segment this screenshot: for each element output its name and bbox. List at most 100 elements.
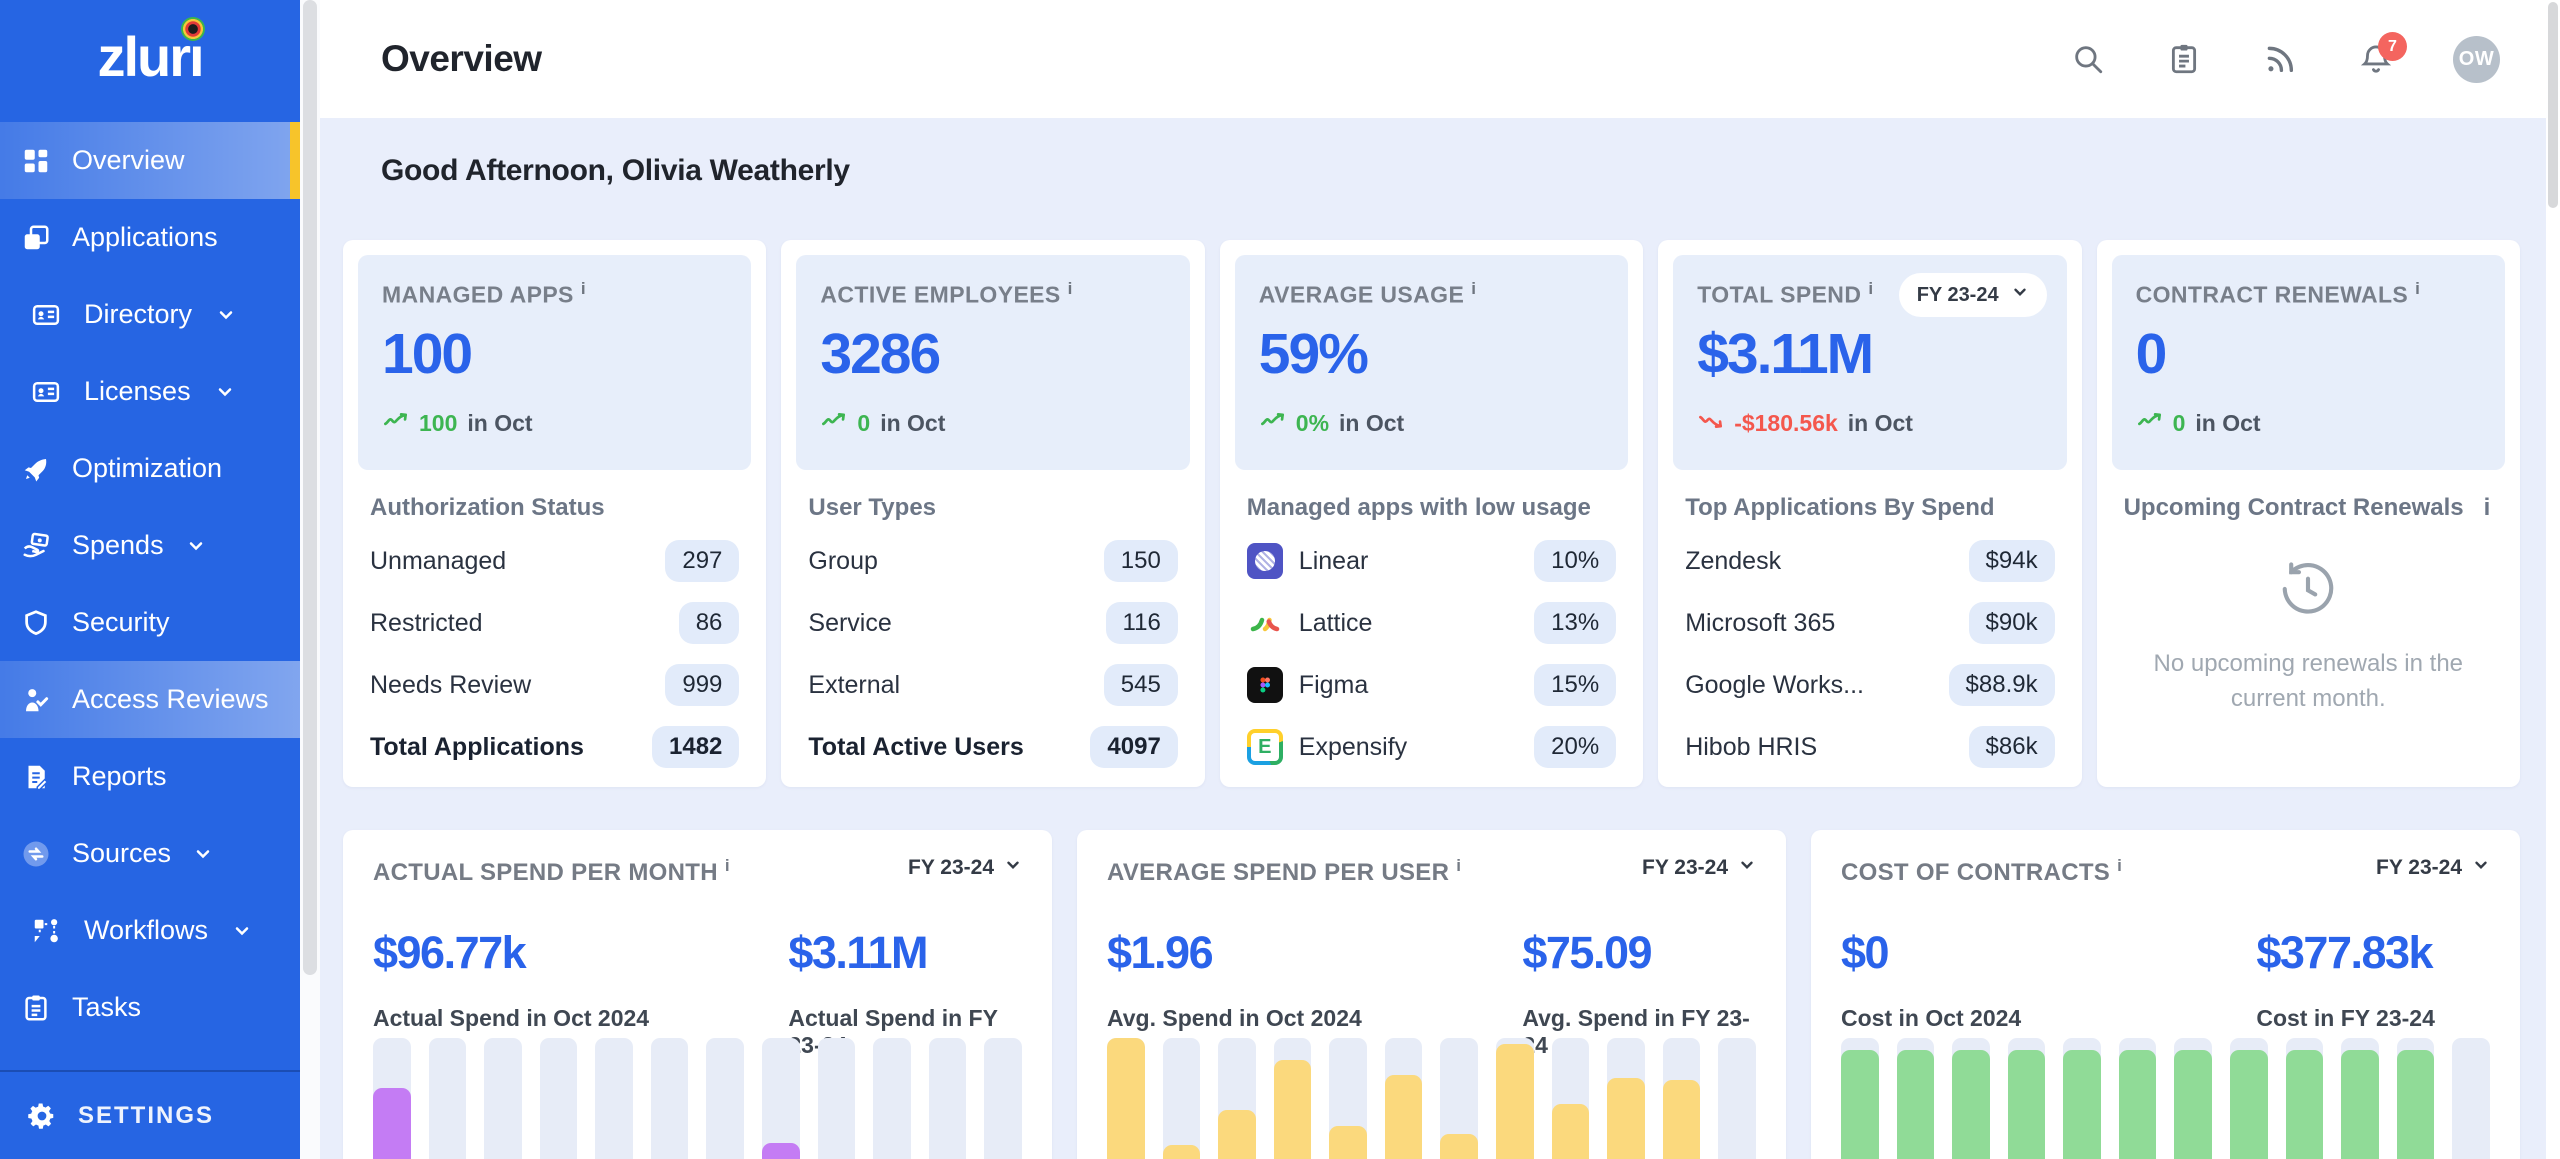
- info-icon[interactable]: i: [1868, 279, 1873, 298]
- bar-fill: [2341, 1050, 2379, 1159]
- cost-of-contracts-card: COST OF CONTRACTSi FY 23-24 $0 Cost in O…: [1811, 830, 2520, 1159]
- info-icon[interactable]: i: [1456, 856, 1461, 875]
- trend-value: -$180.56k: [1734, 410, 1838, 437]
- rss-feed-icon[interactable]: [2261, 40, 2299, 78]
- sidebar-item-licenses[interactable]: Licenses: [0, 353, 300, 430]
- primary-label: Actual Spend in Oct 2024: [373, 1005, 788, 1032]
- page-scrollbar-thumb[interactable]: [2548, 2, 2558, 208]
- value-pill: $90k: [1969, 602, 2055, 644]
- sidebar-item-workflows[interactable]: Workflows: [0, 892, 300, 969]
- grid-icon: [20, 145, 52, 177]
- bar-fill: [1552, 1104, 1590, 1159]
- clipboard-icon[interactable]: [2165, 40, 2203, 78]
- shield-icon: [20, 607, 52, 639]
- bar-track: [1663, 1038, 1701, 1159]
- bar-track: [706, 1038, 744, 1159]
- bar-track: [2063, 1038, 2101, 1159]
- primary-label: Avg. Spend in Oct 2024: [1107, 1005, 1522, 1032]
- sidebar-item-label: Optimization: [72, 453, 222, 484]
- sidebar-scrollbar-thumb[interactable]: [303, 0, 317, 975]
- card-value: 3286: [820, 321, 1165, 387]
- managed-apps-panel: MANAGED APPSi 100 100 in Oct: [358, 255, 751, 470]
- value-pill: $88.9k: [1949, 664, 2055, 706]
- sidebar-scrollbar: [300, 0, 320, 1159]
- bar-track: [762, 1038, 800, 1159]
- section-title: Authorization Status: [370, 494, 739, 522]
- bar-track: [2230, 1038, 2268, 1159]
- bar-track: [818, 1038, 856, 1159]
- avatar[interactable]: OW: [2453, 36, 2500, 83]
- sidebar-item-tasks[interactable]: Tasks: [0, 969, 300, 1046]
- sidebar-item-label: Sources: [72, 838, 171, 869]
- value-pill: 10%: [1534, 540, 1616, 582]
- trend-up-icon: [820, 407, 847, 440]
- bar-track: [1329, 1038, 1367, 1159]
- list-item: Zendesk$94k: [1685, 530, 2054, 592]
- bar-track: [2341, 1038, 2379, 1159]
- bar-track: [2397, 1038, 2435, 1159]
- sidebar-item-security[interactable]: Security: [0, 584, 300, 661]
- card-value: 59%: [1259, 321, 1604, 387]
- list-item-total: Total Applications1482: [370, 716, 739, 778]
- value-pill: 545: [1104, 664, 1178, 706]
- trend-suffix: in Oct: [1339, 410, 1404, 437]
- sidebar-item-settings[interactable]: SETTINGS: [0, 1072, 300, 1159]
- page-scrollbar: [2546, 0, 2560, 1159]
- trend-down-icon: [1697, 407, 1724, 440]
- sidebar-item-spends[interactable]: Spends: [0, 507, 300, 584]
- value-pill: 15%: [1534, 664, 1616, 706]
- info-icon[interactable]: i: [2117, 856, 2122, 875]
- sidebar-item-directory[interactable]: Directory: [0, 276, 300, 353]
- trend-suffix: in Oct: [880, 410, 945, 437]
- zluri-logo: zlurı: [0, 24, 300, 89]
- average-usage-card: AVERAGE USAGEi 59% 0% in Oct Managed app…: [1220, 240, 1643, 787]
- sidebar-item-applications[interactable]: Applications: [0, 199, 300, 276]
- sidebar-item-sources[interactable]: Sources: [0, 815, 300, 892]
- info-icon[interactable]: i: [1068, 279, 1073, 298]
- bar-track: [595, 1038, 633, 1159]
- sidebar-item-label: Directory: [84, 299, 192, 330]
- sidebar-item-label: Reports: [72, 761, 167, 792]
- info-icon[interactable]: i: [2484, 494, 2491, 522]
- info-icon[interactable]: i: [725, 856, 730, 875]
- list-item-total: Total Active Users4097: [808, 716, 1177, 778]
- info-icon[interactable]: i: [1471, 279, 1476, 298]
- sidebar-item-label: Access Reviews: [72, 684, 269, 715]
- info-icon[interactable]: i: [2415, 279, 2420, 298]
- average-spend-per-user-card: AVERAGE SPEND PER USERi FY 23-24 $1.96 A…: [1077, 830, 1786, 1159]
- top-header: Overview 7 OW: [320, 0, 2546, 118]
- report-document-icon: [20, 761, 52, 793]
- bar-track: [873, 1038, 911, 1159]
- bar-track: [1274, 1038, 1312, 1159]
- bar-fill: [373, 1088, 411, 1159]
- bar-track: [1841, 1038, 1879, 1159]
- sidebar-item-reports[interactable]: Reports: [0, 738, 300, 815]
- bar-track: [1897, 1038, 1935, 1159]
- notification-bell-icon[interactable]: 7: [2357, 40, 2395, 78]
- sidebar-item-optimization[interactable]: Optimization: [0, 430, 300, 507]
- fiscal-year-dropdown[interactable]: FY 23-24: [1899, 273, 2047, 317]
- fiscal-year-dropdown[interactable]: FY 23-24: [2376, 856, 2490, 880]
- bar-fill: [2008, 1050, 2046, 1159]
- spend-chart-row: ACTUAL SPEND PER MONTHi FY 23-24 $96.77k…: [343, 830, 2520, 1159]
- sidebar-item-access-reviews[interactable]: Access Reviews: [0, 661, 300, 738]
- chevron-down-icon: [2472, 856, 2490, 880]
- info-icon[interactable]: i: [581, 279, 586, 298]
- list-item: Google Works...$88.9k: [1685, 654, 2054, 716]
- section-title: Upcoming Contract Renewalsi: [2124, 494, 2493, 522]
- trend-value: 0: [2173, 410, 2186, 437]
- fiscal-year-dropdown[interactable]: FY 23-24: [908, 856, 1022, 880]
- fiscal-year-dropdown[interactable]: FY 23-24: [1642, 856, 1756, 880]
- bar-track: [1952, 1038, 1990, 1159]
- search-icon[interactable]: [2069, 40, 2107, 78]
- card-label: ACTIVE EMPLOYEESi: [820, 279, 1165, 309]
- primary-value: $0: [1841, 927, 2256, 979]
- bar-fill: [1841, 1050, 1879, 1159]
- sidebar-item-label: Workflows: [84, 915, 208, 946]
- value-pill: 86: [679, 602, 740, 644]
- list-item: Service116: [808, 592, 1177, 654]
- sync-arrows-icon: [20, 838, 52, 870]
- list-item: Linear 10%: [1247, 530, 1616, 592]
- sidebar-item-overview[interactable]: Overview: [0, 122, 300, 199]
- card-value: 0: [2136, 321, 2481, 387]
